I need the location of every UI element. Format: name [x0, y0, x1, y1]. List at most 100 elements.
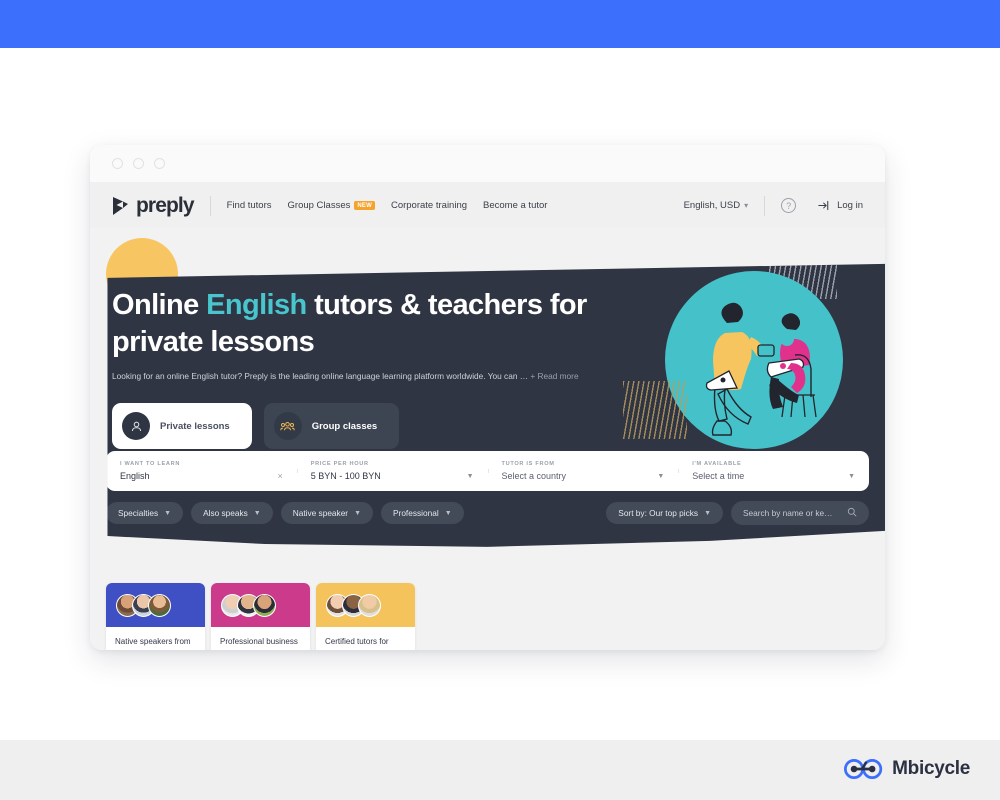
hero-title: Online English tutors & teachers for pri…	[112, 287, 612, 361]
nav-link-find-tutors[interactable]: Find tutors	[227, 200, 272, 211]
card-avatar-strip	[106, 583, 205, 627]
top-blue-band	[0, 0, 1000, 48]
avatar	[148, 593, 171, 617]
field-value: Select a country	[501, 471, 567, 481]
window-dot-minimize[interactable]	[133, 158, 144, 169]
avatar-group	[221, 593, 276, 617]
language-label: English, USD	[683, 200, 741, 211]
card-native-speakers[interactable]: Native speakers from the United States o…	[106, 583, 205, 650]
hero-subtitle: Looking for an online English tutor? Pre…	[112, 371, 582, 383]
field-label: I want to learn	[120, 461, 181, 467]
navbar-right-group: English, USD ▾ ? Log in	[684, 195, 863, 216]
card-text: Professional business English tutors	[220, 637, 298, 650]
chevron-down-icon: ▼	[444, 509, 452, 517]
preply-logo-text: preply	[136, 193, 195, 217]
chevron-down-icon[interactable]: ▼	[467, 473, 474, 480]
window-dot-close[interactable]	[112, 158, 123, 169]
field-im-available[interactable]: I'm available Select a time ▼	[678, 461, 869, 481]
card-avatar-strip	[211, 583, 310, 627]
sort-by-label: Sort by: Our top picks	[618, 508, 699, 518]
page-root: preply Find tutors Group Classes NEW Cor…	[0, 0, 1000, 800]
tab-private-lessons[interactable]: Private lessons	[112, 403, 252, 449]
category-cards-row: Native speakers from the United States o…	[106, 583, 415, 650]
language-currency-selector[interactable]: English, USD ▾	[684, 200, 749, 211]
field-label: I'm available	[692, 461, 742, 467]
card-text: Native speakers from the United States o…	[115, 637, 191, 650]
chevron-down-icon: ▼	[704, 509, 711, 517]
hero-title-pre: Online	[112, 289, 207, 321]
chevron-down-icon: ▾	[744, 201, 749, 210]
nav-link-group-classes[interactable]: Group Classes NEW	[288, 200, 375, 211]
chip-professional[interactable]: Professional ▼	[381, 502, 464, 524]
card-business-english[interactable]: Professional business English tutors	[211, 583, 310, 650]
chevron-down-icon: ▼	[354, 509, 362, 517]
login-arrow-icon	[818, 200, 829, 211]
browser-window: preply Find tutors Group Classes NEW Cor…	[90, 145, 885, 650]
hero-section: Online English tutors & teachers for pri…	[107, 263, 885, 547]
tutor-name-search-input[interactable]: Search by name or ke…	[731, 501, 869, 525]
filter-chips-right-group: Sort by: Our top picks ▼ Search by name …	[606, 501, 869, 525]
hero-content: Online English tutors & teachers for pri…	[112, 287, 863, 383]
decorative-hatch-left	[623, 381, 687, 439]
chip-label: Specialties	[118, 508, 159, 518]
question-mark-icon[interactable]: ?	[781, 198, 797, 213]
navbar-links: Find tutors Group Classes NEW Corporate …	[227, 200, 548, 211]
field-label: Price per hour	[310, 461, 369, 467]
filter-chips-row: Specialties ▼ Also speaks ▼ Native speak…	[107, 501, 869, 525]
mbicycle-brand: Mbicycle	[844, 757, 970, 781]
search-placeholder: Search by name or ke…	[743, 508, 833, 518]
hero-subtitle-text: Looking for an online English tutor? Pre…	[112, 371, 529, 382]
card-text: Certified tutors for beginners	[325, 637, 389, 650]
browser-chrome-bar	[90, 145, 885, 183]
chip-label: Also speaks	[203, 508, 248, 518]
window-dot-maximize[interactable]	[154, 158, 165, 169]
chevron-down-icon[interactable]: ▼	[848, 473, 855, 480]
nav-link-label: Become a tutor	[483, 200, 548, 211]
website-viewport: preply Find tutors Group Classes NEW Cor…	[90, 183, 885, 650]
chip-also-speaks[interactable]: Also speaks ▼	[191, 502, 273, 524]
avatar	[253, 593, 276, 617]
preply-logo[interactable]: preply	[112, 193, 195, 218]
field-price-per-hour[interactable]: Price per hour 5 BYN - 100 BYN ▼	[296, 461, 488, 481]
bicycle-icon	[844, 759, 883, 779]
field-i-want-to-learn[interactable]: I want to learn English ×	[107, 461, 296, 481]
field-value: Select a time	[692, 471, 745, 481]
card-certified-beginners[interactable]: Certified tutors for beginners	[316, 583, 415, 650]
nav-link-label: Group Classes	[287, 200, 351, 211]
nav-link-corporate-training[interactable]: Corporate training	[391, 200, 467, 211]
field-value: 5 BYN - 100 BYN	[310, 471, 381, 481]
new-badge: NEW	[354, 201, 375, 210]
sort-by-dropdown[interactable]: Sort by: Our top picks ▼	[606, 502, 723, 524]
navbar-divider-right	[764, 195, 766, 216]
chevron-down-icon: ▼	[164, 509, 172, 517]
card-avatar-strip	[316, 583, 415, 627]
group-people-icon	[273, 412, 302, 440]
nav-link-become-a-tutor[interactable]: Become a tutor	[483, 200, 547, 211]
hero-title-accent: English	[206, 289, 307, 321]
navbar-divider	[209, 195, 211, 216]
search-icon	[847, 507, 857, 519]
chevron-down-icon: ▼	[253, 509, 261, 517]
single-person-icon	[122, 412, 150, 440]
chip-native-speaker[interactable]: Native speaker ▼	[280, 502, 374, 524]
field-tutor-is-from[interactable]: Tutor is from Select a country ▼	[487, 461, 679, 481]
close-x-icon[interactable]: ×	[277, 471, 282, 481]
read-more-link[interactable]: + Read more	[530, 371, 578, 381]
lesson-type-tabs: Private lessons Group classes	[112, 403, 400, 449]
tutor-search-bar: I want to learn English × Price per hour…	[107, 451, 869, 491]
site-navbar: preply Find tutors Group Classes NEW Cor…	[90, 183, 885, 228]
login-label: Log in	[837, 200, 863, 211]
field-value: English	[120, 471, 150, 481]
login-button[interactable]: Log in	[818, 199, 863, 212]
tab-group-classes[interactable]: Group classes	[263, 403, 400, 449]
field-label: Tutor is from	[501, 461, 555, 467]
mbicycle-brand-text: Mbicycle	[892, 758, 970, 779]
avatar-group	[116, 593, 171, 617]
tab-group-classes-label: Group classes	[311, 420, 378, 432]
chip-specialties[interactable]: Specialties ▼	[107, 502, 184, 524]
avatar	[358, 593, 381, 617]
nav-link-label: Find tutors	[226, 200, 272, 211]
chip-label: Professional	[393, 508, 439, 518]
nav-link-label: Corporate training	[390, 200, 468, 211]
chevron-down-icon[interactable]: ▼	[657, 473, 664, 480]
